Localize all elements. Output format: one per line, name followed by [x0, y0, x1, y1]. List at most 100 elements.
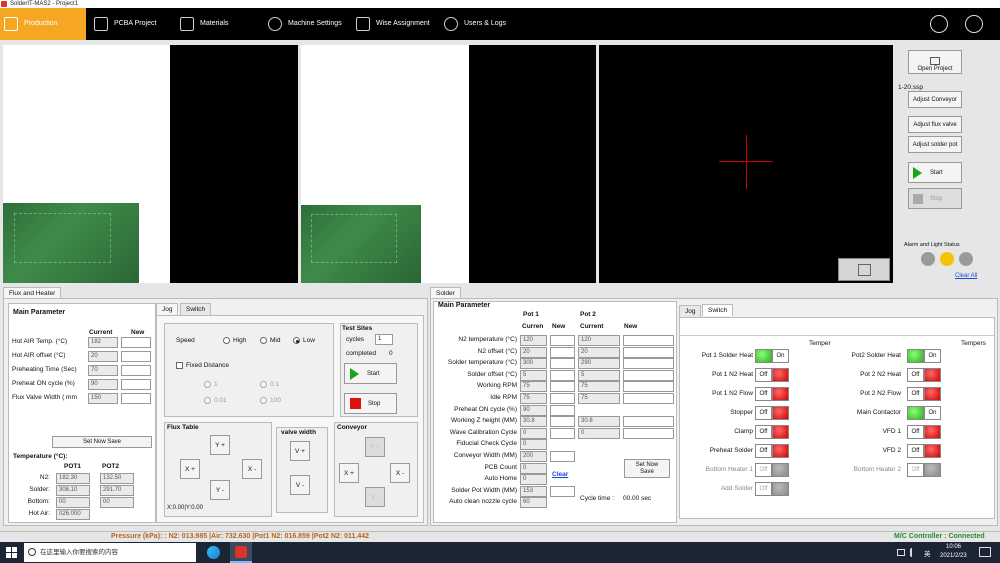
flux-x-minus-button[interactable]: X -	[242, 459, 262, 479]
ime-indicator[interactable]: 英	[924, 548, 931, 558]
switch-toggle[interactable]: On	[755, 349, 789, 363]
solder-pot1-new-input[interactable]	[550, 335, 575, 346]
distance-100-radio[interactable]	[260, 397, 267, 404]
clear-all-link[interactable]: Clear All	[955, 273, 977, 279]
tab-switch[interactable]: Switch	[180, 303, 212, 315]
solder-param-label: Solder offset (°C)	[467, 370, 517, 378]
edge-browser-icon[interactable]	[207, 546, 220, 559]
flux-param-new-input[interactable]	[121, 365, 151, 376]
conveyor-y-plus-button[interactable]: Y +	[365, 437, 385, 457]
solder-pot2-new-input[interactable]	[623, 346, 674, 358]
solder-pot1-new-input[interactable]	[550, 485, 575, 497]
solder-pot2-new-input[interactable]	[623, 427, 674, 439]
flux-param-new-input[interactable]	[121, 337, 151, 348]
solder-pot2-new-input[interactable]	[623, 416, 674, 428]
switch-toggle[interactable]: Off	[755, 368, 789, 382]
flux-param-current: 150	[88, 393, 118, 404]
solderit-taskbar-app[interactable]	[230, 542, 252, 563]
switch-toggle[interactable]: Off	[907, 463, 941, 477]
adjust-flux-valve-button[interactable]: Adjust flux valve	[908, 116, 962, 133]
temp-row-label: Solder:	[29, 486, 50, 493]
switch-toggle[interactable]: Off	[755, 444, 789, 458]
conveyor-y-minus-button[interactable]: Y -	[365, 487, 385, 507]
flux-param-new-input[interactable]	[121, 351, 151, 362]
taskbar-search-box[interactable]: 在这里输入你要搜索的内容	[24, 543, 196, 562]
nav-materials[interactable]: Materials	[176, 8, 228, 40]
cycles-input[interactable]: 1	[375, 334, 393, 345]
switch-indicator-light	[907, 406, 924, 420]
start-button[interactable]: Start	[908, 162, 962, 183]
info-icon[interactable]	[930, 15, 948, 33]
volume-icon[interactable]	[910, 548, 918, 557]
valve-v-plus-button[interactable]: V +	[290, 441, 310, 461]
stop-button[interactable]: Stop	[908, 188, 962, 209]
switch-toggle[interactable]: On	[907, 349, 941, 363]
user-icon[interactable]	[965, 15, 983, 33]
switch-toggle[interactable]: Off	[907, 368, 941, 382]
solder-pot2-new-input[interactable]	[623, 358, 674, 370]
solder-pot1-new-input[interactable]	[550, 404, 575, 416]
solder-pot2-new-input[interactable]	[623, 335, 674, 346]
speed-high-radio[interactable]	[223, 337, 230, 344]
tab-jog[interactable]: Jog	[156, 303, 179, 315]
solder-set-now-save-button[interactable]: Set Now Save	[624, 459, 670, 478]
switch-toggle[interactable]: Off	[755, 463, 789, 477]
conveyor-x-plus-button[interactable]: X +	[339, 463, 359, 483]
flux-y-minus-button[interactable]: Y -	[210, 480, 230, 500]
speed-label: Speed	[176, 337, 195, 344]
nav-users-logs[interactable]: Users & Logs	[440, 8, 506, 40]
solder-param-label: Solder temperature (°C)	[447, 359, 517, 367]
flux-x-plus-button[interactable]: X +	[180, 459, 200, 479]
nav-wise-assignment[interactable]: Wise Assignment	[352, 8, 430, 40]
distance-001-radio[interactable]	[204, 397, 211, 404]
flux-col-current: Current	[89, 329, 113, 336]
switch-toggle[interactable]: Off	[907, 444, 941, 458]
open-project-button[interactable]: Open Project	[908, 50, 962, 74]
solder-pot1-new-input[interactable]	[550, 358, 575, 370]
pcb-count-clear-link[interactable]: Clear	[552, 471, 568, 478]
switch-toggle[interactable]: Off	[907, 387, 941, 401]
solder-pot2-new-input[interactable]	[623, 369, 674, 381]
solder-pot1-new-input[interactable]	[550, 346, 575, 358]
temp-pot2-header: POT2	[102, 463, 119, 470]
valve-v-minus-button[interactable]: V -	[290, 475, 310, 495]
nav-production[interactable]: Production	[0, 8, 86, 40]
network-icon[interactable]	[897, 549, 905, 556]
fixed-distance-checkbox[interactable]	[176, 362, 183, 369]
solder-pot2-new-input[interactable]	[623, 393, 674, 404]
windows-start-icon[interactable]	[6, 547, 17, 558]
switch-toggle[interactable]: On	[907, 406, 941, 420]
tab-jog-2[interactable]: Jog	[679, 305, 702, 317]
test-stop-button[interactable]: Stop	[344, 393, 397, 414]
test-start-button[interactable]: Start	[344, 363, 397, 384]
flux-y-plus-button[interactable]: Y +	[210, 435, 230, 455]
speed-mid-radio[interactable]	[260, 337, 267, 344]
switch-toggle[interactable]: Off	[907, 425, 941, 439]
adjust-solder-pot-button[interactable]: Adjust solder pot	[908, 136, 962, 153]
switch-toggle[interactable]: Off	[755, 425, 789, 439]
speed-low-radio[interactable]	[293, 337, 300, 344]
adjust-conveyor-button[interactable]: Adjust Conveyor	[908, 91, 962, 108]
flux-param-label: Preheating Time (Sec)	[12, 366, 77, 373]
conveyor-x-minus-button[interactable]: X -	[390, 463, 410, 483]
flux-param-new-input[interactable]	[121, 379, 151, 390]
flux-set-now-save-button[interactable]: Set Now Save	[52, 436, 152, 448]
solder-pot2-new-input[interactable]	[623, 381, 674, 393]
notification-icon[interactable]	[979, 547, 991, 557]
solder-pot1-new-input[interactable]	[550, 451, 575, 462]
tab-switch-2[interactable]: Switch	[702, 304, 734, 316]
solder-pot1-new-input[interactable]	[550, 381, 575, 393]
solder-pot1-new-input[interactable]	[550, 416, 575, 428]
distance-1-radio[interactable]	[204, 381, 211, 388]
nav-machine-settings[interactable]: Machine Settings	[264, 8, 342, 40]
switch-toggle[interactable]: Off	[755, 406, 789, 420]
solder-pot1-new-input[interactable]	[550, 427, 575, 439]
nav-pcba-project[interactable]: PCBA Project	[90, 8, 156, 40]
fit-view-button[interactable]	[838, 258, 890, 281]
distance-01-radio[interactable]	[260, 381, 267, 388]
switch-toggle[interactable]: Off	[755, 387, 789, 401]
flux-param-new-input[interactable]	[121, 393, 151, 404]
solder-pot1-new-input[interactable]	[550, 369, 575, 381]
solder-pot1-new-input[interactable]	[550, 393, 575, 404]
switch-toggle[interactable]: Off	[755, 482, 789, 496]
